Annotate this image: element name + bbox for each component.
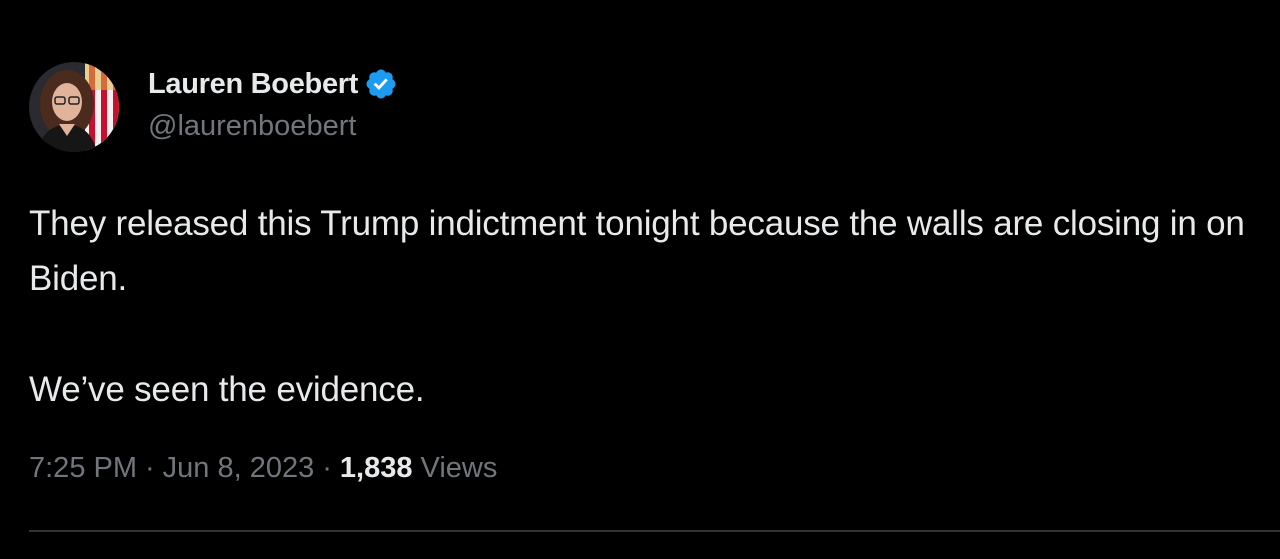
meta-separator: · [145, 452, 155, 484]
tweet-paragraph: They released this Trump indictment toni… [29, 204, 1245, 298]
meta-separator: · [322, 452, 332, 484]
divider [29, 530, 1280, 532]
author-name-row: Lauren Boebert [148, 64, 398, 104]
avatar[interactable] [29, 62, 119, 152]
tweet-text: They released this Trump indictment toni… [29, 196, 1249, 417]
author-handle[interactable]: @laurenboebert [148, 110, 356, 143]
views-label: Views [420, 452, 498, 484]
tweet-meta: 7:25 PM · Jun 8, 2023 · 1,838 Views [29, 452, 497, 485]
tweet-date[interactable]: Jun 8, 2023 [163, 452, 315, 485]
tweet-paragraph: We’ve seen the evidence. [29, 370, 425, 409]
tweet-time[interactable]: 7:25 PM [29, 452, 137, 485]
author-display-name[interactable]: Lauren Boebert [148, 68, 358, 101]
views-count[interactable]: 1,838 [340, 452, 413, 485]
verified-badge-icon [364, 67, 398, 101]
tweet: Lauren Boebert @laurenboebert They relea… [0, 0, 1280, 559]
